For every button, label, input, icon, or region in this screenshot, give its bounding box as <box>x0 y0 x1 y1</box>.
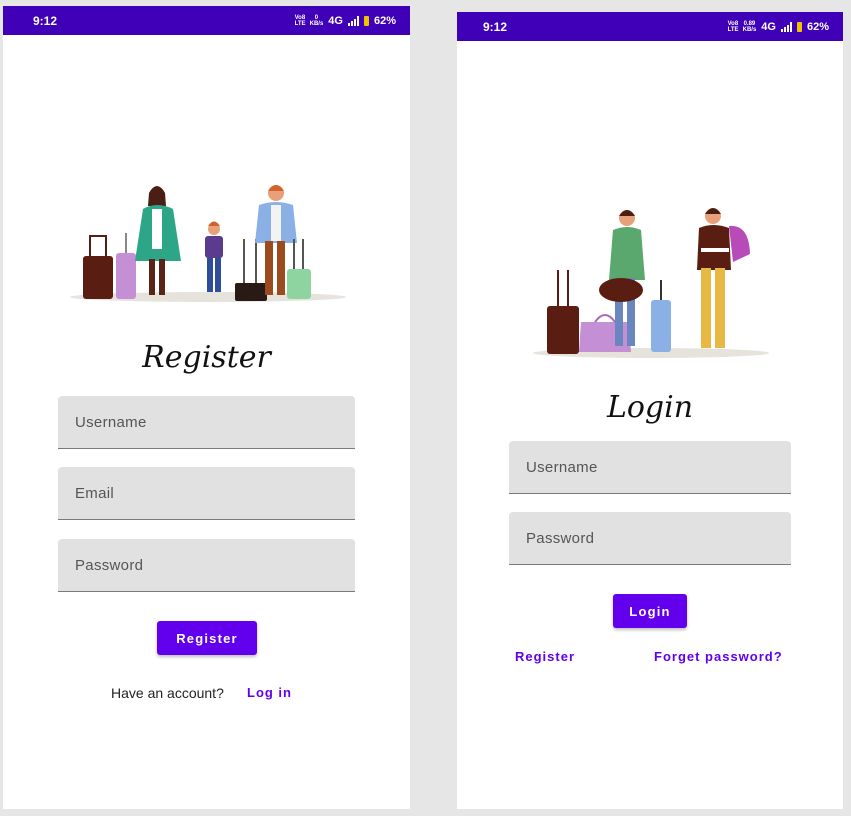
register-button[interactable]: Register <box>157 621 257 655</box>
status-bar: 9:12 Vo8 LTE 0 KB/s 4G 62% <box>3 6 410 35</box>
email-field[interactable]: Email <box>58 467 355 520</box>
network-type: 4G <box>761 20 776 33</box>
login-button[interactable]: Login <box>613 594 687 628</box>
status-icons: Vo8 LTE 0.89 KB/s 4G 62% <box>728 21 829 33</box>
username-field[interactable]: Username <box>509 441 791 494</box>
username-field[interactable]: Username <box>58 396 355 449</box>
signal-icon <box>347 15 359 26</box>
battery-level: 62% <box>373 14 396 27</box>
battery-icon <box>363 15 369 26</box>
register-link[interactable]: Register <box>515 649 575 664</box>
register-screen: 9:12 Vo8 LTE 0 KB/s 4G 62% Register User… <box>3 6 410 809</box>
have-account-text: Have an account? <box>111 685 224 701</box>
page-title: Login <box>606 390 694 425</box>
volte-indicator: Vo8 LTE <box>294 14 306 27</box>
signal-icon <box>780 21 792 32</box>
password-field[interactable]: Password <box>58 539 355 592</box>
travelers-illustration <box>533 208 769 358</box>
login-screen: 9:12 Vo8 LTE 0.89 KB/s 4G 62% Login User… <box>457 12 843 809</box>
status-icons: Vo8 LTE 0 KB/s 4G 62% <box>295 15 396 27</box>
network-speed: 0 KB/s <box>310 15 324 27</box>
battery-icon <box>796 21 802 32</box>
network-speed: 0.89 KB/s <box>743 21 757 33</box>
page-title: Register <box>142 340 271 375</box>
volte-indicator: Vo8 LTE <box>727 20 739 33</box>
login-link[interactable]: Log in <box>247 685 292 700</box>
battery-level: 62% <box>806 20 829 33</box>
network-type: 4G <box>328 14 343 27</box>
forget-password-link[interactable]: Forget password? <box>654 649 783 664</box>
network-speed-unit: KB/s <box>742 26 757 33</box>
family-travel-illustration <box>70 185 346 302</box>
status-time: 9:12 <box>33 13 58 28</box>
password-field[interactable]: Password <box>509 512 791 565</box>
status-time: 9:12 <box>483 19 508 34</box>
status-bar: 9:12 Vo8 LTE 0.89 KB/s 4G 62% <box>457 12 843 41</box>
network-speed-unit: KB/s <box>309 20 324 27</box>
